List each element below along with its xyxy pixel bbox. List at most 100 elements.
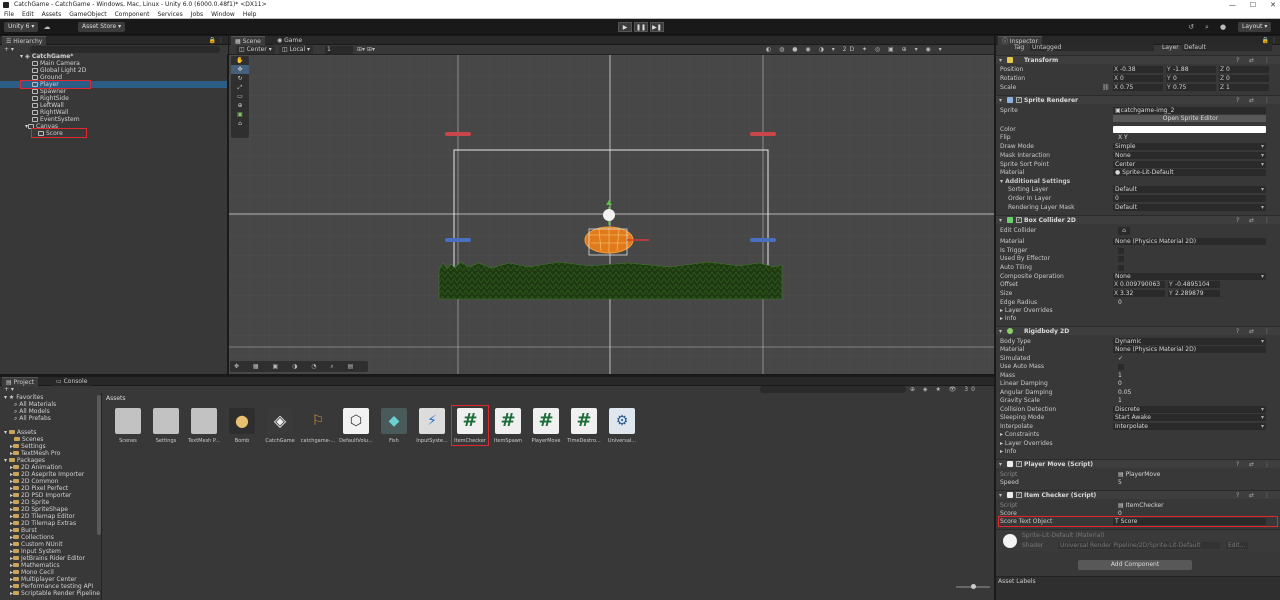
scene-viewport[interactable]: ✋ ✥ ↻ ⤢ ▭ ⊕ ▣ ⌂ ✥ ▦ ▣ ◑ ◔ ⌕ ▤ ▥ <box>229 55 994 374</box>
component-menu-icon[interactable]: ? ⇄ ⋮ <box>1236 460 1274 469</box>
edit-shader-button[interactable]: Edit... <box>1226 542 1248 549</box>
tree-package[interactable]: ▸ 2D Tilemap Editor <box>0 513 100 520</box>
hierarchy-item-eventsystem[interactable]: EventSystem <box>0 116 227 123</box>
link-scale-icon[interactable]: ⛓ <box>1102 84 1110 92</box>
layout-dropdown[interactable]: Layout ▾ <box>1238 22 1272 32</box>
bc-info-row[interactable]: ▸ Info <box>1000 315 1278 323</box>
script-reference[interactable]: ▤ ItemChecker <box>1118 502 1164 510</box>
hierarchy-item-rightside[interactable]: RightSide <box>0 95 227 102</box>
scene-view-options-icons[interactable]: ◐ ◍ ● ◉ ◑ ▾ 2D ✦ ◎ ▣ ⊕ ▾ ◉ ▾ <box>766 46 945 53</box>
transform-tool-icon[interactable]: ⊕ <box>231 101 249 110</box>
shader-dropdown[interactable]: Universal Render Pipeline/2D/Sprite-Lit-… <box>1058 542 1220 549</box>
enabled-checkbox[interactable]: ✓ <box>1016 97 1022 103</box>
play-button[interactable]: ▶ <box>618 22 632 32</box>
grid-snap-icon[interactable]: ⊞▾ ⊞▾ <box>357 46 375 53</box>
hierarchy-item-rightwall[interactable]: RightWall <box>0 109 227 116</box>
rot-y-field[interactable]: Y0 <box>1166 75 1216 82</box>
asset-item[interactable]: # ItemSpawn <box>490 408 526 444</box>
custom-tool-icon[interactable]: ▣ <box>231 110 249 119</box>
maximize-icon[interactable]: ☐ <box>1250 0 1256 10</box>
create-plus-icon[interactable]: + ▾ <box>4 46 14 53</box>
hierarchy-item-leftwall[interactable]: LeftWall <box>0 102 227 109</box>
asset-item[interactable]: Settings <box>148 408 184 444</box>
linear-damping-value[interactable]: 0 <box>1118 380 1122 388</box>
menu-jobs[interactable]: Jobs <box>191 10 203 18</box>
tree-package[interactable]: ▸ Input System <box>0 548 100 555</box>
menu-edit[interactable]: Edit <box>22 10 34 18</box>
menu-component[interactable]: Component <box>115 10 150 18</box>
script-reference[interactable]: ▤ PlayerMove <box>1118 471 1160 479</box>
body-type-dropdown[interactable]: Dynamic <box>1113 338 1266 345</box>
rigidbody-header[interactable]: ▾ Rigidbody 2D? ⇄ ⋮ <box>996 326 1280 335</box>
overlay-toolbar[interactable]: ✥ ▦ ▣ ◑ ◔ ⌕ ▤ ▥ <box>230 361 368 372</box>
is-trigger-checkbox[interactable] <box>1118 248 1124 254</box>
scene-root[interactable]: ▾ ◈ CatchGame* <box>0 53 227 60</box>
used-by-effector-checkbox[interactable] <box>1118 256 1124 262</box>
space-dropdown[interactable]: ◫ Local ▾ <box>279 46 314 54</box>
pos-y-field[interactable]: Y -1.88 <box>1166 66 1216 73</box>
tree-package[interactable]: ▸ 2D Tilemap Extras <box>0 520 100 527</box>
view-tool-icon[interactable]: ✋ <box>231 56 249 65</box>
auto-mass-checkbox[interactable] <box>1118 364 1124 370</box>
composite-operation-dropdown[interactable]: None <box>1113 273 1266 280</box>
player-move-header[interactable]: ▾ ✓ Player Move (Script)? ⇄ ⋮ <box>996 459 1280 468</box>
menu-services[interactable]: Services <box>157 10 182 18</box>
size-y-field[interactable]: Y 2.289879 <box>1168 290 1220 297</box>
asset-item[interactable]: # TimeDestro... <box>566 408 602 444</box>
tree-package[interactable]: ▸ Burst <box>0 527 100 534</box>
transform-header[interactable]: ▾ Transform? ⇄ ⋮ <box>996 55 1280 64</box>
pos-z-field[interactable]: Z0 <box>1219 66 1269 73</box>
project-filter-icons[interactable]: ⊕ ◈ ★ 👁 30 <box>910 386 978 393</box>
component-menu-icon[interactable]: ? ⇄ ⋮ <box>1236 56 1274 65</box>
tree-fav-item[interactable]: ⌕ All Models <box>0 408 100 415</box>
tree-package[interactable]: ▸ Multiplayer Center <box>0 576 100 583</box>
search-icon[interactable]: ⌕ <box>1202 22 1212 32</box>
scale-y-field[interactable]: Y 0.75 <box>1166 84 1216 91</box>
rb-info-row[interactable]: ▸ Info <box>1000 448 1278 456</box>
order-in-layer-field[interactable]: 0 <box>1113 195 1266 202</box>
tree-asset-item[interactable]: ▸ TextMesh Pro <box>0 450 100 457</box>
panel-menu-icon[interactable]: 🔒 ⋮ <box>209 36 224 45</box>
asset-item[interactable]: ● Bomb <box>224 408 260 444</box>
asset-item[interactable]: ⚐ catchgame-... <box>300 408 336 444</box>
component-menu-icon[interactable]: ? ⇄ ⋮ <box>1236 216 1274 225</box>
pos-x-field[interactable]: X -0.38 <box>1113 66 1163 73</box>
sr-additional-row[interactable]: ▾ Additional Settings <box>1000 178 1278 186</box>
hierarchy-search-input[interactable] <box>30 46 220 53</box>
tab-game[interactable]: ◉ Game <box>273 36 307 45</box>
simulated-checkbox[interactable]: ✓ <box>1118 355 1123 363</box>
tree-asset-item[interactable]: ▸ Settings <box>0 443 100 450</box>
component-menu-icon[interactable]: ? ⇄ ⋮ <box>1236 96 1274 105</box>
add-component-button[interactable]: Add Component <box>1078 560 1192 570</box>
tag-dropdown[interactable]: Untagged <box>1030 44 1154 51</box>
item-checker-header[interactable]: ▾ ✓ Item Checker (Script)? ⇄ ⋮ <box>996 490 1280 499</box>
rb-material-field[interactable]: None (Physics Material 2D) <box>1113 346 1266 353</box>
menu-window[interactable]: Window <box>211 10 235 18</box>
speed-value[interactable]: 5 <box>1118 479 1122 487</box>
menu-file[interactable]: File <box>4 10 14 18</box>
sorting-layer-dropdown[interactable]: Default <box>1113 186 1266 193</box>
menu-assets[interactable]: Assets <box>42 10 62 18</box>
pivot-dropdown[interactable]: ◫ Center ▾ <box>236 46 275 54</box>
tree-package[interactable]: ▸ 2D Pixel Perfect <box>0 485 100 492</box>
scale-z-field[interactable]: Z1 <box>1219 84 1269 91</box>
asset-item[interactable]: ⚡ InputSyste... <box>414 408 450 444</box>
rotate-tool-icon[interactable]: ↻ <box>231 74 249 83</box>
tab-hierarchy[interactable]: ☰ Hierarchy <box>2 36 47 45</box>
hierarchy-item-main-camera[interactable]: Main Camera <box>0 60 227 67</box>
collider-edit-icon[interactable]: ⌂ <box>231 119 249 128</box>
open-sprite-editor-button[interactable]: Open Sprite Editor <box>1113 115 1266 122</box>
create-plus-icon[interactable]: + ▾ <box>4 386 14 393</box>
project-breadcrumb[interactable]: Assets <box>106 395 126 402</box>
enabled-checkbox[interactable]: ✓ <box>1016 492 1022 498</box>
undo-history-icon[interactable]: ↺ <box>1186 22 1196 32</box>
edge-radius-value[interactable]: 0 <box>1118 299 1122 307</box>
offset-y-field[interactable]: Y -0.4895104 <box>1168 281 1220 288</box>
rb-layeroverrides-row[interactable]: ▸ Layer Overrides <box>1000 440 1278 448</box>
collision-detection-dropdown[interactable]: Discrete <box>1113 406 1266 413</box>
enabled-checkbox[interactable]: ✓ <box>1016 461 1022 467</box>
sleeping-mode-dropdown[interactable]: Start Awake <box>1113 414 1266 421</box>
component-menu-icon[interactable]: ? ⇄ ⋮ <box>1236 327 1274 336</box>
tree-assets[interactable]: ▾ Assets <box>0 429 100 436</box>
minimize-icon[interactable]: — <box>1229 0 1236 10</box>
